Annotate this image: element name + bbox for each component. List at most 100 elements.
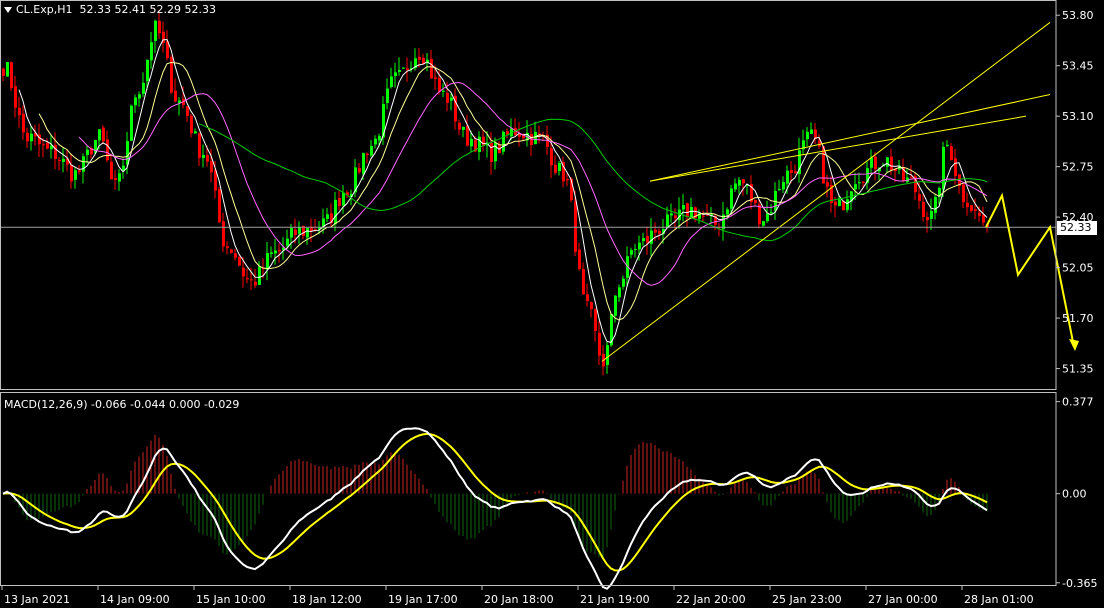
candle-body [910,177,913,179]
candle-body [502,131,505,152]
ma-fast-line [18,38,988,343]
current-price-label: 52.33 [1057,221,1097,235]
candle-body [782,182,785,190]
candle-body [982,214,985,223]
macd-panel [2,427,988,590]
time-tick-label: 18 Jan 12:00 [292,593,362,606]
candle-body [638,242,641,250]
candle-body [730,188,733,209]
candle-body [26,132,29,142]
candle-body [622,278,625,287]
candle-body [794,171,797,174]
time-tick-label: 15 Jan 10:00 [196,593,266,606]
candle-body [874,156,877,170]
candle-body [970,205,973,211]
candle-body [642,238,645,242]
candle-body [274,250,277,254]
candle-body [298,227,301,234]
candle-body [202,154,205,158]
candle-body [646,236,649,243]
candle-body [838,199,841,206]
candle-body [74,170,77,180]
candle-body [946,144,949,146]
candle-body [554,164,557,173]
candle-body [846,199,849,210]
candle-body [294,229,297,236]
time-tick-label: 28 Jan 01:00 [964,593,1034,606]
candle-body [582,268,585,295]
candle-body [58,160,61,162]
macd-tick-label: 0.377 [1062,396,1094,409]
candle-body [966,202,969,208]
candle-body [962,184,965,203]
candle-body [114,177,117,180]
candle-body [54,144,57,159]
candle-body [682,205,685,210]
candle-body [758,204,761,225]
candle-body [482,136,485,146]
candle-body [726,209,729,215]
candle-body [806,131,809,140]
trendline-1 [601,22,1051,362]
candle-body [858,182,861,184]
symbol-menu-icon[interactable] [4,7,12,13]
candle-body [490,142,493,162]
candle-body [578,249,581,269]
candle-body [230,249,233,253]
candle-body [786,170,789,184]
candle-body [478,136,481,153]
price-frame [0,0,1057,390]
candle-body [466,125,469,146]
candle-body [326,214,329,219]
candle-body [206,154,209,162]
time-tick-label: 25 Jan 23:00 [772,593,842,606]
candle-body [46,142,49,149]
time-tick-label: 13 Jan 2021 [4,593,70,606]
macd-tick-label: -0.365 [1062,577,1097,590]
candle-body [390,76,393,87]
candle-body [86,149,89,155]
candle-body [102,127,105,142]
candle-body [766,213,769,222]
candle-body [406,68,409,71]
candle-body [358,168,361,173]
candle-body [942,146,945,190]
price-chart[interactable]: 53.8053.4553.1052.7552.4052.0551.7051.35… [0,0,1104,608]
candle-body [70,164,73,182]
candle-body [950,146,953,161]
candle-body [670,213,673,216]
candle-body [2,68,5,76]
candle-body [586,294,589,301]
candle-body [198,133,201,158]
candle-body [430,58,433,79]
candle-body [362,153,365,174]
candle-body [734,183,737,190]
candle-body [386,88,389,103]
candle-body [146,59,149,82]
ohlc-values: 52.33 52.41 52.29 52.33 [79,3,216,16]
time-tick-label: 27 Jan 00:00 [868,593,938,606]
candle-body [574,201,577,252]
candle-body [618,287,621,298]
candle-body [558,162,561,172]
candle-body [186,106,189,116]
candle-body [470,138,473,147]
trendline-2 [649,94,1051,182]
candle-body [450,97,453,101]
candle-body [398,69,401,72]
candle-body [110,161,113,180]
trendline-3 [649,115,1027,182]
macd-header: MACD(12,26,9) -0.066 -0.044 0.000 -0.029 [4,398,240,411]
time-tick-label: 14 Jan 09:00 [100,593,170,606]
candle-body [242,267,245,277]
macd-tick-label: 0.00 [1062,488,1087,501]
candle-body [418,56,421,60]
candle-body [606,345,609,365]
candle-body [826,182,829,187]
time-tick-label: 22 Jan 20:00 [676,593,746,606]
candle-body [934,196,937,213]
candle-body [210,161,213,173]
candle-body [142,82,145,94]
candle-body [538,133,541,135]
candle-body [534,131,537,145]
